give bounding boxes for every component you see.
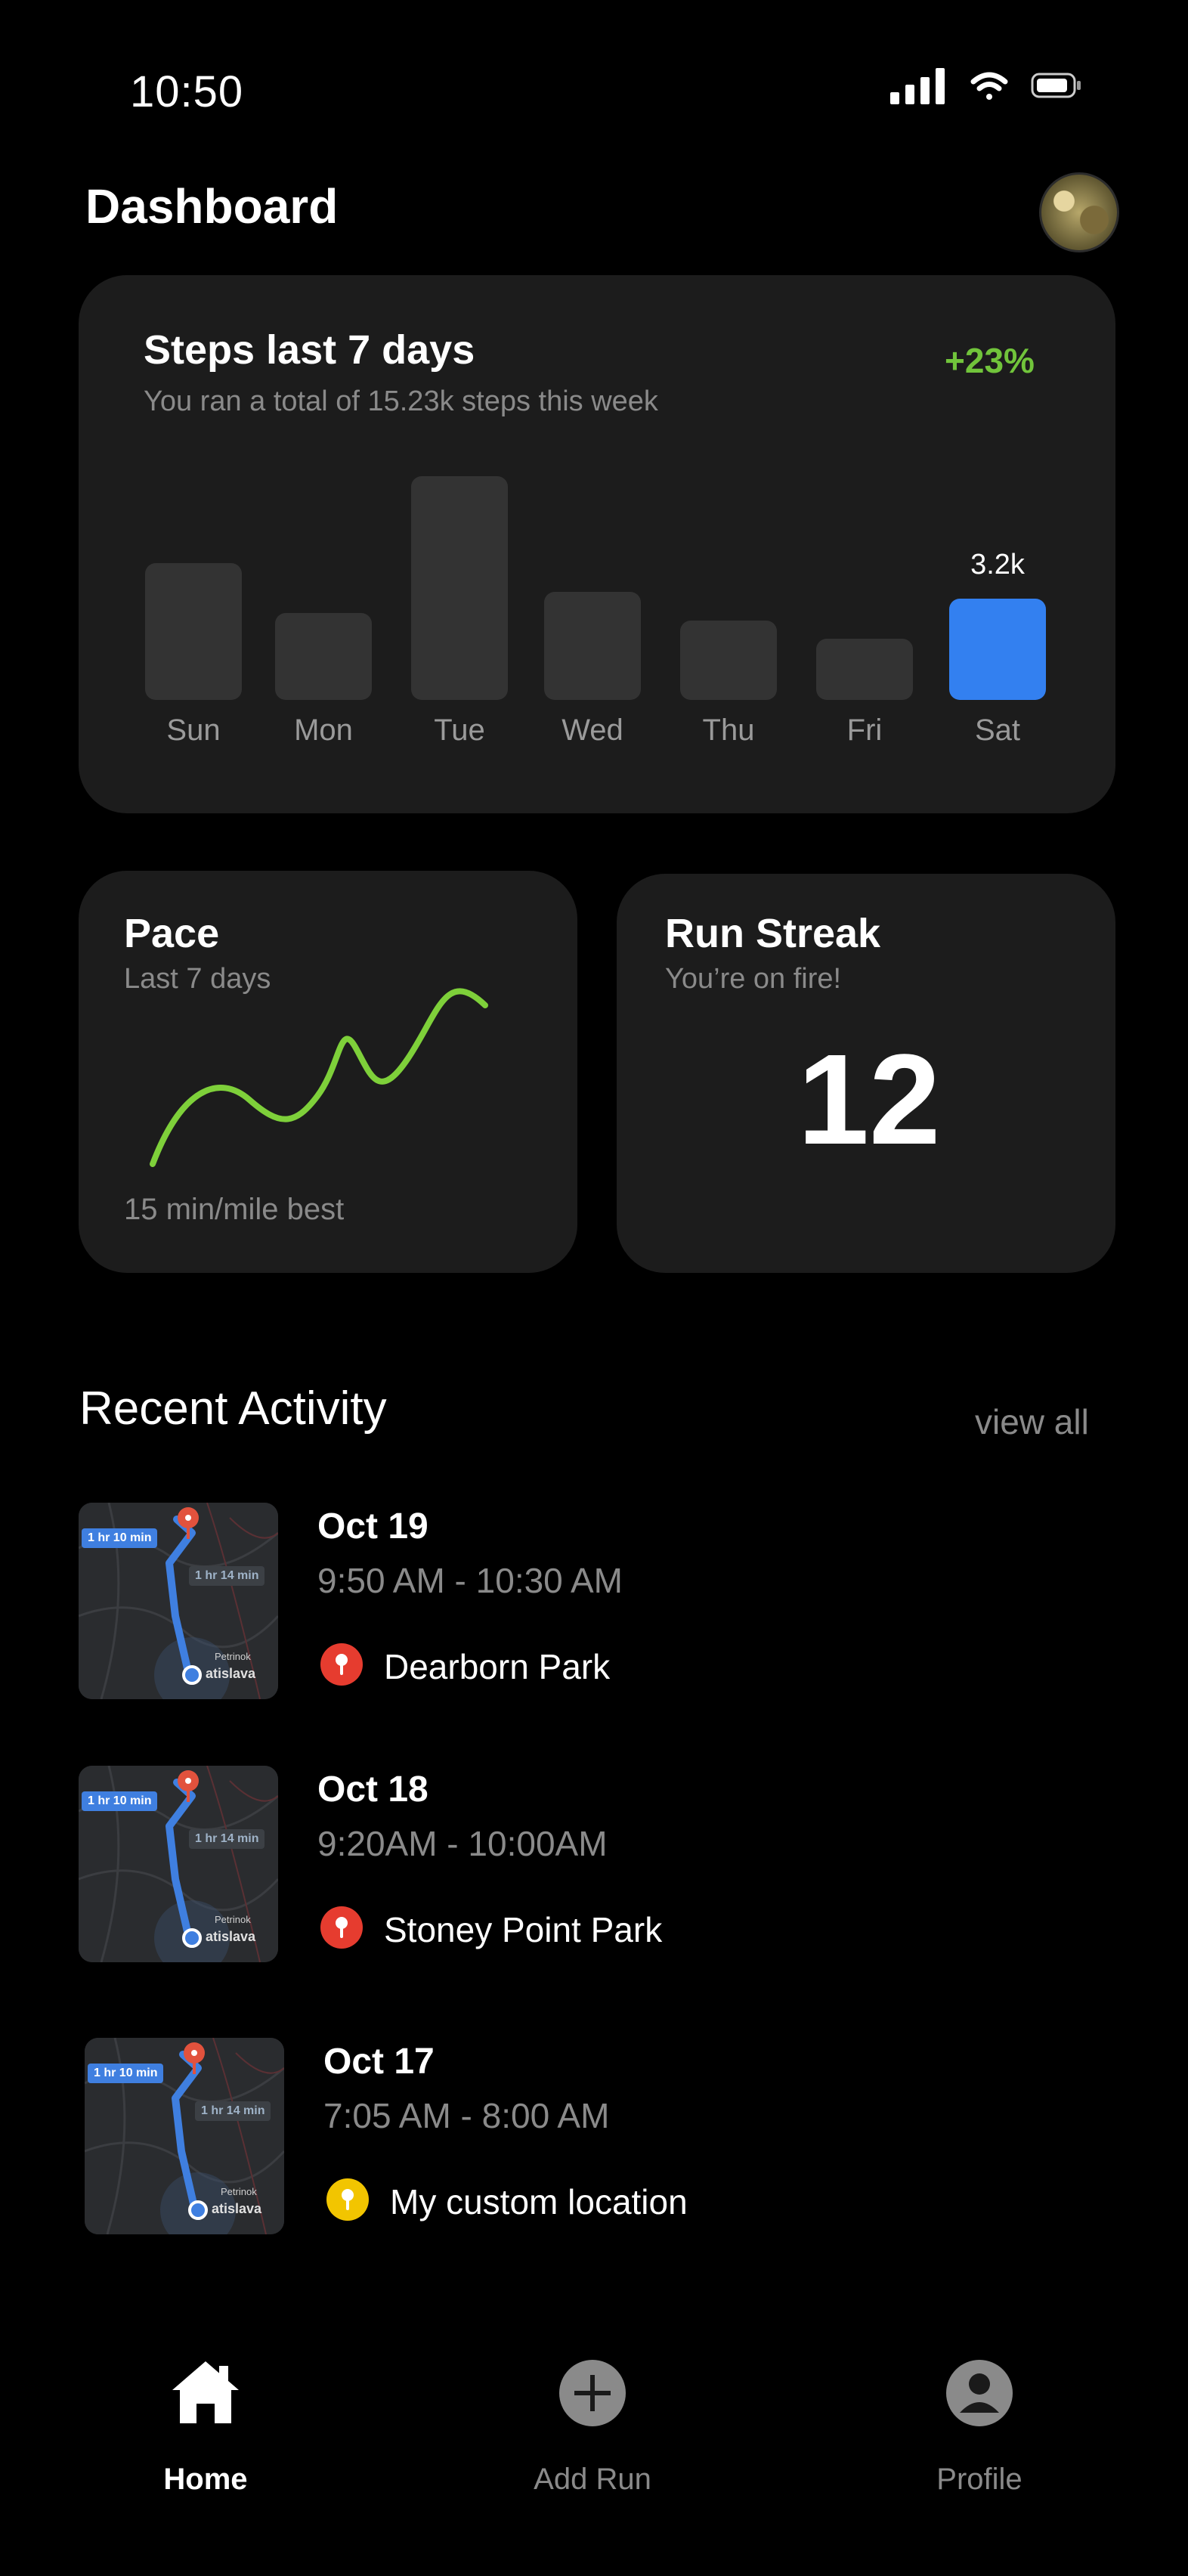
map-duration-label: 1 hr 10 min [82, 1791, 158, 1811]
steps-day-label: Sun [166, 714, 221, 747]
pace-line [150, 988, 488, 1167]
steps-bar-value: 3.2k [970, 549, 1025, 581]
steps-title: Steps last 7 days [144, 327, 475, 373]
page-title: Dashboard [85, 179, 339, 234]
home-icon [172, 2361, 239, 2423]
battery-icon [1031, 73, 1081, 98]
activity-location: Dearborn Park [384, 1647, 611, 1686]
activity-location: Stoney Point Park [384, 1910, 663, 1949]
map-city-label: atislava [206, 1929, 256, 1944]
activity-time: 7:05 AM - 8:00 AM [323, 2096, 610, 2135]
streak-subtitle: You’re on fire! [665, 963, 842, 995]
steps-bar-tue[interactable] [411, 476, 508, 700]
wifi-icon [970, 72, 1008, 100]
map-duration-label-alt: 1 hr 14 min [195, 2101, 271, 2121]
tab-home-label: Home [163, 2463, 248, 2496]
steps-day-label: Mon [294, 714, 353, 747]
profile-icon [946, 2360, 1013, 2426]
map-duration-label: 1 hr 10 min [82, 1528, 158, 1548]
map-duration-label: 1 hr 10 min [88, 2064, 164, 2083]
signal-icon [890, 68, 945, 104]
tab-profile[interactable]: Profile [866, 2358, 1093, 2496]
tab-add-run-label: Add Run [534, 2463, 651, 2496]
steps-bar-wed[interactable] [544, 592, 641, 700]
view-all-link[interactable]: view all [975, 1401, 1089, 1442]
status-time: 10:50 [130, 67, 244, 116]
steps-day-label: Tue [434, 714, 485, 747]
tab-home[interactable]: Home [92, 2358, 319, 2496]
steps-bar-mon[interactable] [275, 613, 372, 700]
activity-location: My custom location [390, 2182, 688, 2221]
steps-bar-sun[interactable] [145, 563, 242, 700]
add-circle-icon [559, 2360, 626, 2426]
location-pin-icon [326, 2178, 369, 2221]
pace-line-chart [150, 988, 488, 1167]
steps-day-label: Fri [846, 714, 883, 747]
map-duration-label-alt: 1 hr 14 min [189, 1829, 265, 1849]
activity-date: Oct 17 [323, 2042, 435, 2082]
recent-activity-title: Recent Activity [79, 1382, 387, 1435]
tab-add-run[interactable]: Add Run [479, 2358, 706, 2496]
location-pin-icon [320, 1906, 363, 1949]
steps-day-label: Thu [702, 714, 755, 747]
pace-best: 15 min/mile best [124, 1193, 345, 1226]
status-icons [890, 68, 1081, 104]
activity-date: Oct 18 [317, 1769, 428, 1810]
route-map-thumbnail[interactable]: 1 hr 10 min 1 hr 14 min Petrinok atislav… [79, 1503, 278, 1699]
map-city-label: atislava [206, 1666, 256, 1681]
route-map-thumbnail[interactable]: 1 hr 10 min 1 hr 14 min Petrinok atislav… [85, 2038, 284, 2234]
steps-day-label: Wed [562, 714, 623, 747]
steps-bar-thu[interactable] [680, 621, 777, 700]
activity-date: Oct 19 [317, 1506, 428, 1547]
route-map-thumbnail[interactable]: 1 hr 10 min 1 hr 14 min Petrinok atislav… [79, 1766, 278, 1962]
tab-profile-label: Profile [936, 2463, 1022, 2496]
map-town-label: Petrinok [221, 2186, 257, 2197]
map-duration-label-alt: 1 hr 14 min [189, 1566, 265, 1586]
location-pin-icon [320, 1643, 363, 1686]
steps-bar-fri[interactable] [816, 639, 913, 700]
activity-time: 9:50 AM - 10:30 AM [317, 1561, 623, 1600]
steps-subtitle: You ran a total of 15.23k steps this wee… [144, 385, 658, 417]
steps-change-badge: +23% [945, 341, 1035, 380]
map-town-label: Petrinok [215, 1651, 251, 1662]
activity-row[interactable]: 1 hr 10 min 1 hr 14 min Petrinok atislav… [79, 1766, 1115, 1965]
activity-time: 9:20AM - 10:00AM [317, 1824, 608, 1863]
map-city-label: atislava [212, 2201, 262, 2216]
activity-row[interactable]: 1 hr 10 min 1 hr 14 min Petrinok atislav… [79, 1503, 1115, 1702]
steps-day-label: Sat [974, 714, 1021, 747]
map-town-label: Petrinok [215, 1914, 251, 1925]
avatar[interactable] [1039, 172, 1119, 252]
streak-value: 12 [797, 1028, 941, 1172]
pace-title: Pace [124, 911, 220, 956]
activity-row[interactable]: 1 hr 10 min 1 hr 14 min Petrinok atislav… [85, 2038, 1115, 2237]
steps-bar-sat[interactable] [949, 599, 1046, 700]
streak-title: Run Streak [665, 911, 881, 956]
